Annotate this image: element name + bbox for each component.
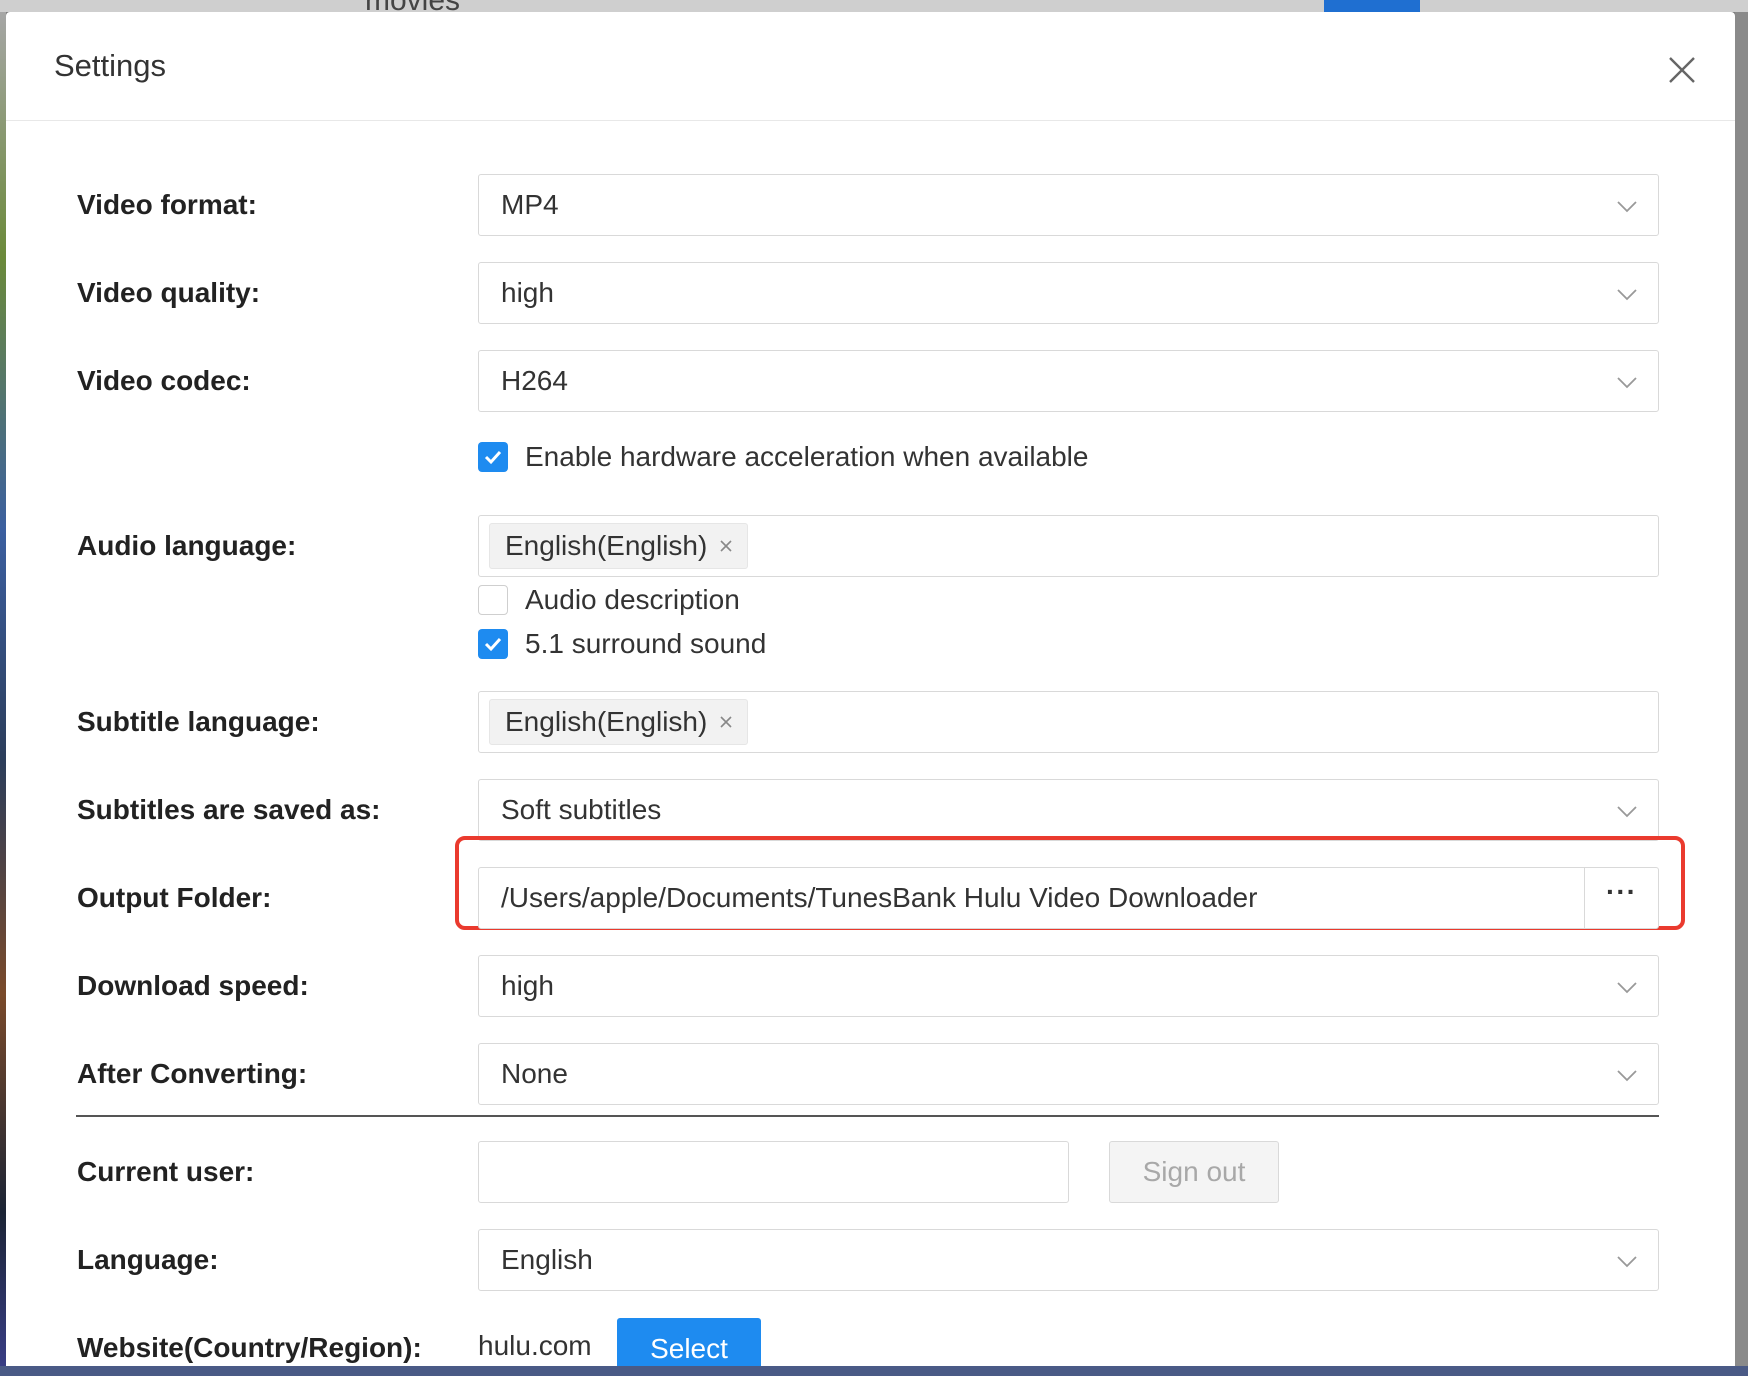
video-quality-select[interactable]: high xyxy=(478,262,1659,324)
surround-sound-checkbox[interactable]: 5.1 surround sound xyxy=(478,628,766,660)
check-icon xyxy=(478,442,508,472)
audio-description-label: Audio description xyxy=(525,584,740,615)
chevron-down-icon xyxy=(1617,1256,1637,1268)
video-format-select[interactable]: MP4 xyxy=(478,174,1659,236)
tag-remove-icon[interactable] xyxy=(719,715,733,729)
download-speed-value: high xyxy=(501,970,554,1001)
language-value: English xyxy=(501,1244,593,1275)
chevron-down-icon xyxy=(1617,806,1637,818)
after-converting-label: After Converting: xyxy=(77,1058,308,1089)
video-codec-value: H264 xyxy=(501,365,568,396)
background-search-button xyxy=(1324,0,1420,12)
check-icon xyxy=(478,629,508,659)
close-icon[interactable] xyxy=(1664,52,1700,88)
checkbox-unchecked-icon xyxy=(478,585,508,615)
website-label: Website(Country/Region): xyxy=(77,1332,422,1363)
dialog-title: Settings xyxy=(54,48,167,83)
language-select[interactable]: English xyxy=(478,1229,1659,1291)
chevron-down-icon xyxy=(1617,1070,1637,1082)
surround-sound-label: 5.1 surround sound xyxy=(525,628,767,659)
sign-out-button[interactable]: Sign out xyxy=(1109,1141,1279,1203)
chevron-down-icon xyxy=(1617,289,1637,301)
output-folder-input[interactable]: /Users/apple/Documents/TunesBank Hulu Vi… xyxy=(478,867,1659,929)
chevron-down-icon xyxy=(1617,982,1637,994)
video-quality-value: high xyxy=(501,277,554,308)
dialog-header: Settings xyxy=(6,12,1735,121)
select-website-button[interactable]: Select xyxy=(617,1318,761,1366)
hw-accel-checkbox[interactable]: Enable hardware acceleration when availa… xyxy=(478,441,1088,473)
download-speed-label: Download speed: xyxy=(77,970,309,1001)
video-codec-select[interactable]: H264 xyxy=(478,350,1659,412)
after-converting-value: None xyxy=(501,1058,568,1089)
more-icon: ··· xyxy=(1606,876,1637,907)
subtitle-language-tag-text: English(English) xyxy=(505,706,708,737)
subtitles-saved-as-select[interactable]: Soft subtitles xyxy=(478,779,1659,841)
hw-accel-label: Enable hardware acceleration when availa… xyxy=(525,441,1089,472)
browse-folder-button[interactable]: ··· xyxy=(1584,868,1658,928)
background-top-bar xyxy=(0,0,1748,12)
video-codec-label: Video codec: xyxy=(77,365,251,396)
audio-language-tag-text: English(English) xyxy=(505,530,708,561)
language-label: Language: xyxy=(77,1244,219,1275)
output-folder-value: /Users/apple/Documents/TunesBank Hulu Vi… xyxy=(501,882,1258,913)
download-speed-select[interactable]: high xyxy=(478,955,1659,1017)
chevron-down-icon xyxy=(1617,201,1637,213)
background-scrollbar xyxy=(1735,12,1748,1376)
subtitle-language-tag: English(English) xyxy=(489,699,749,745)
audio-language-select[interactable]: English(English) xyxy=(478,515,1659,577)
output-folder-label: Output Folder: xyxy=(77,882,272,913)
chevron-down-icon xyxy=(1617,377,1637,389)
audio-language-tag: English(English) xyxy=(489,523,749,569)
subtitles-saved-as-label: Subtitles are saved as: xyxy=(77,794,381,825)
tag-remove-icon[interactable] xyxy=(719,539,733,553)
audio-description-checkbox[interactable]: Audio description xyxy=(478,584,740,616)
video-format-value: MP4 xyxy=(501,189,559,220)
settings-dialog: Settings Video format: MP4 Video quality… xyxy=(6,12,1735,1366)
section-divider xyxy=(76,1115,1659,1117)
website-value: hulu.com xyxy=(478,1330,592,1361)
subtitles-saved-as-value: Soft subtitles xyxy=(501,794,662,825)
video-format-label: Video format: xyxy=(77,189,257,220)
subtitle-language-select[interactable]: English(English) xyxy=(478,691,1659,753)
subtitle-language-label: Subtitle language: xyxy=(77,706,320,737)
current-user-field[interactable] xyxy=(478,1141,1069,1203)
background-bottom-bar xyxy=(0,1366,1748,1376)
current-user-label: Current user: xyxy=(77,1156,255,1187)
video-quality-label: Video quality: xyxy=(77,277,261,308)
after-converting-select[interactable]: None xyxy=(478,1043,1659,1105)
audio-language-label: Audio language: xyxy=(77,530,297,561)
